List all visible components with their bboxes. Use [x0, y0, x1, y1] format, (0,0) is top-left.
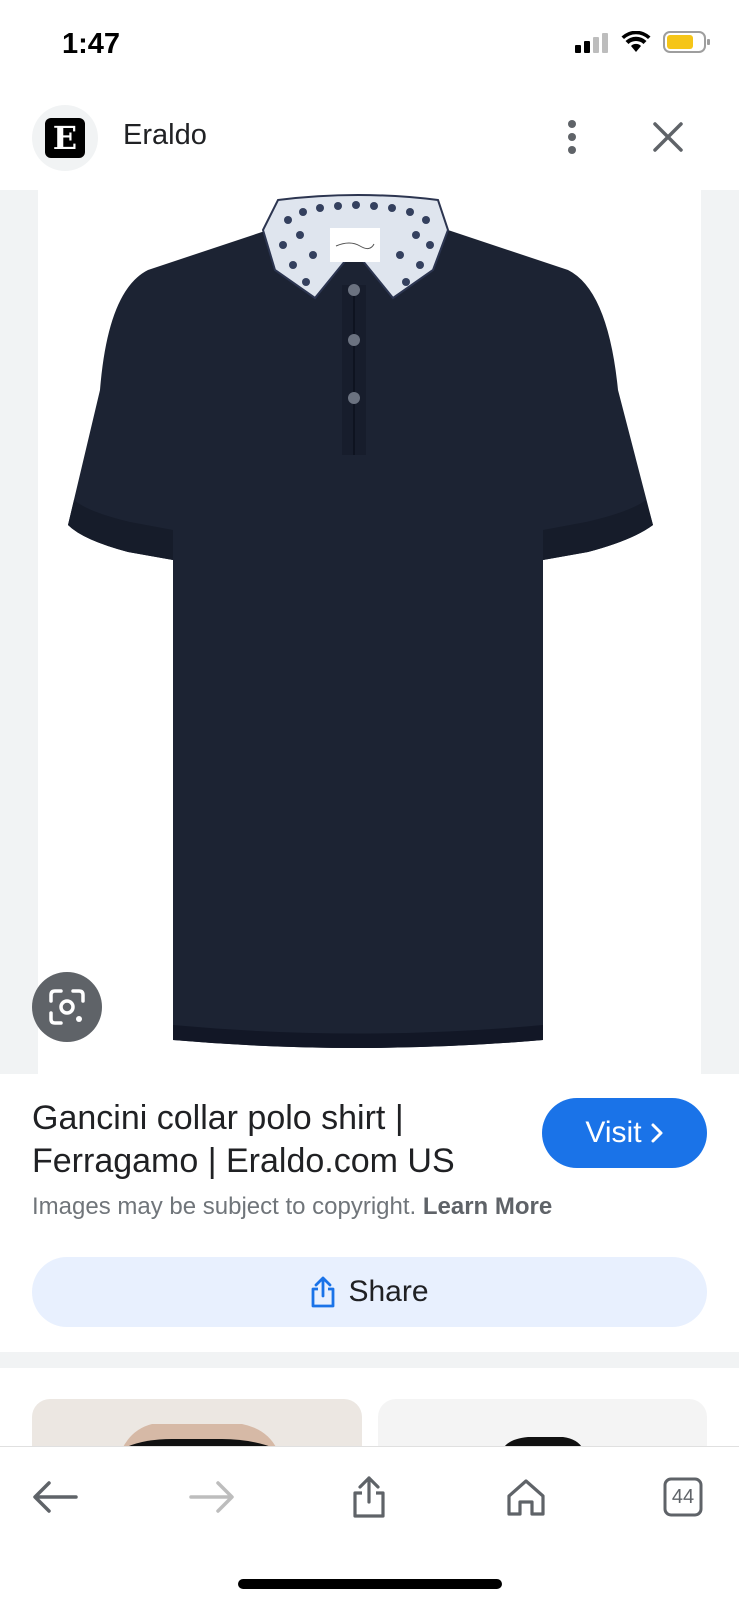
status-bar: 1:47 — [0, 0, 739, 90]
image-viewer[interactable] — [0, 190, 739, 1074]
close-button[interactable] — [644, 113, 692, 161]
related-image-1-thumbnail — [122, 1424, 277, 1449]
share-icon — [353, 1476, 385, 1518]
browser-toolbar: 44 — [0, 1446, 739, 1601]
visit-button[interactable]: Visit — [542, 1098, 707, 1168]
page-share-button[interactable] — [339, 1467, 399, 1527]
more-options-button[interactable] — [552, 109, 592, 165]
tab-count: 44 — [671, 1485, 695, 1508]
copyright-notice: Images may be subject to copyright. Lear… — [32, 1193, 552, 1221]
more-vert-icon — [568, 120, 576, 154]
wifi-icon — [621, 31, 651, 52]
tabs-button[interactable]: 44 — [653, 1467, 713, 1527]
home-indicator — [238, 1579, 502, 1589]
copyright-text: Images may be subject to copyright. — [32, 1193, 417, 1220]
section-divider — [0, 1352, 739, 1368]
status-time: 1:47 — [62, 28, 121, 60]
related-image-2[interactable] — [378, 1399, 707, 1449]
result-title[interactable]: Gancini collar polo shirt | Ferragamo | … — [32, 1097, 512, 1183]
site-name[interactable]: Eraldo — [123, 119, 207, 152]
share-label: Share — [348, 1275, 429, 1308]
share-button[interactable]: Share — [32, 1257, 707, 1327]
back-button[interactable] — [25, 1467, 85, 1527]
cellular-signal-icon — [575, 33, 608, 53]
battery-icon — [663, 31, 710, 53]
home-icon — [507, 1479, 545, 1516]
back-arrow-icon — [33, 1481, 78, 1513]
forward-arrow-icon — [189, 1481, 234, 1513]
google-lens-button[interactable] — [32, 972, 102, 1042]
polo-shirt-image — [68, 194, 653, 1048]
visit-label: Visit — [585, 1116, 642, 1149]
site-logo-letter: E — [45, 118, 85, 158]
chevron-right-icon — [651, 1123, 663, 1143]
product-image[interactable] — [38, 190, 701, 1074]
related-image-1[interactable] — [32, 1399, 362, 1449]
forward-button[interactable] — [182, 1467, 242, 1527]
learn-more-link[interactable]: Learn More — [423, 1193, 552, 1220]
source-header: E Eraldo — [0, 95, 739, 190]
related-image-2-thumbnail — [503, 1437, 583, 1449]
share-icon — [312, 1276, 335, 1308]
site-logo[interactable]: E — [32, 105, 98, 171]
home-button[interactable] — [496, 1467, 556, 1527]
close-icon — [653, 122, 683, 152]
status-icons — [575, 30, 711, 54]
google-lens-icon — [49, 989, 85, 1025]
